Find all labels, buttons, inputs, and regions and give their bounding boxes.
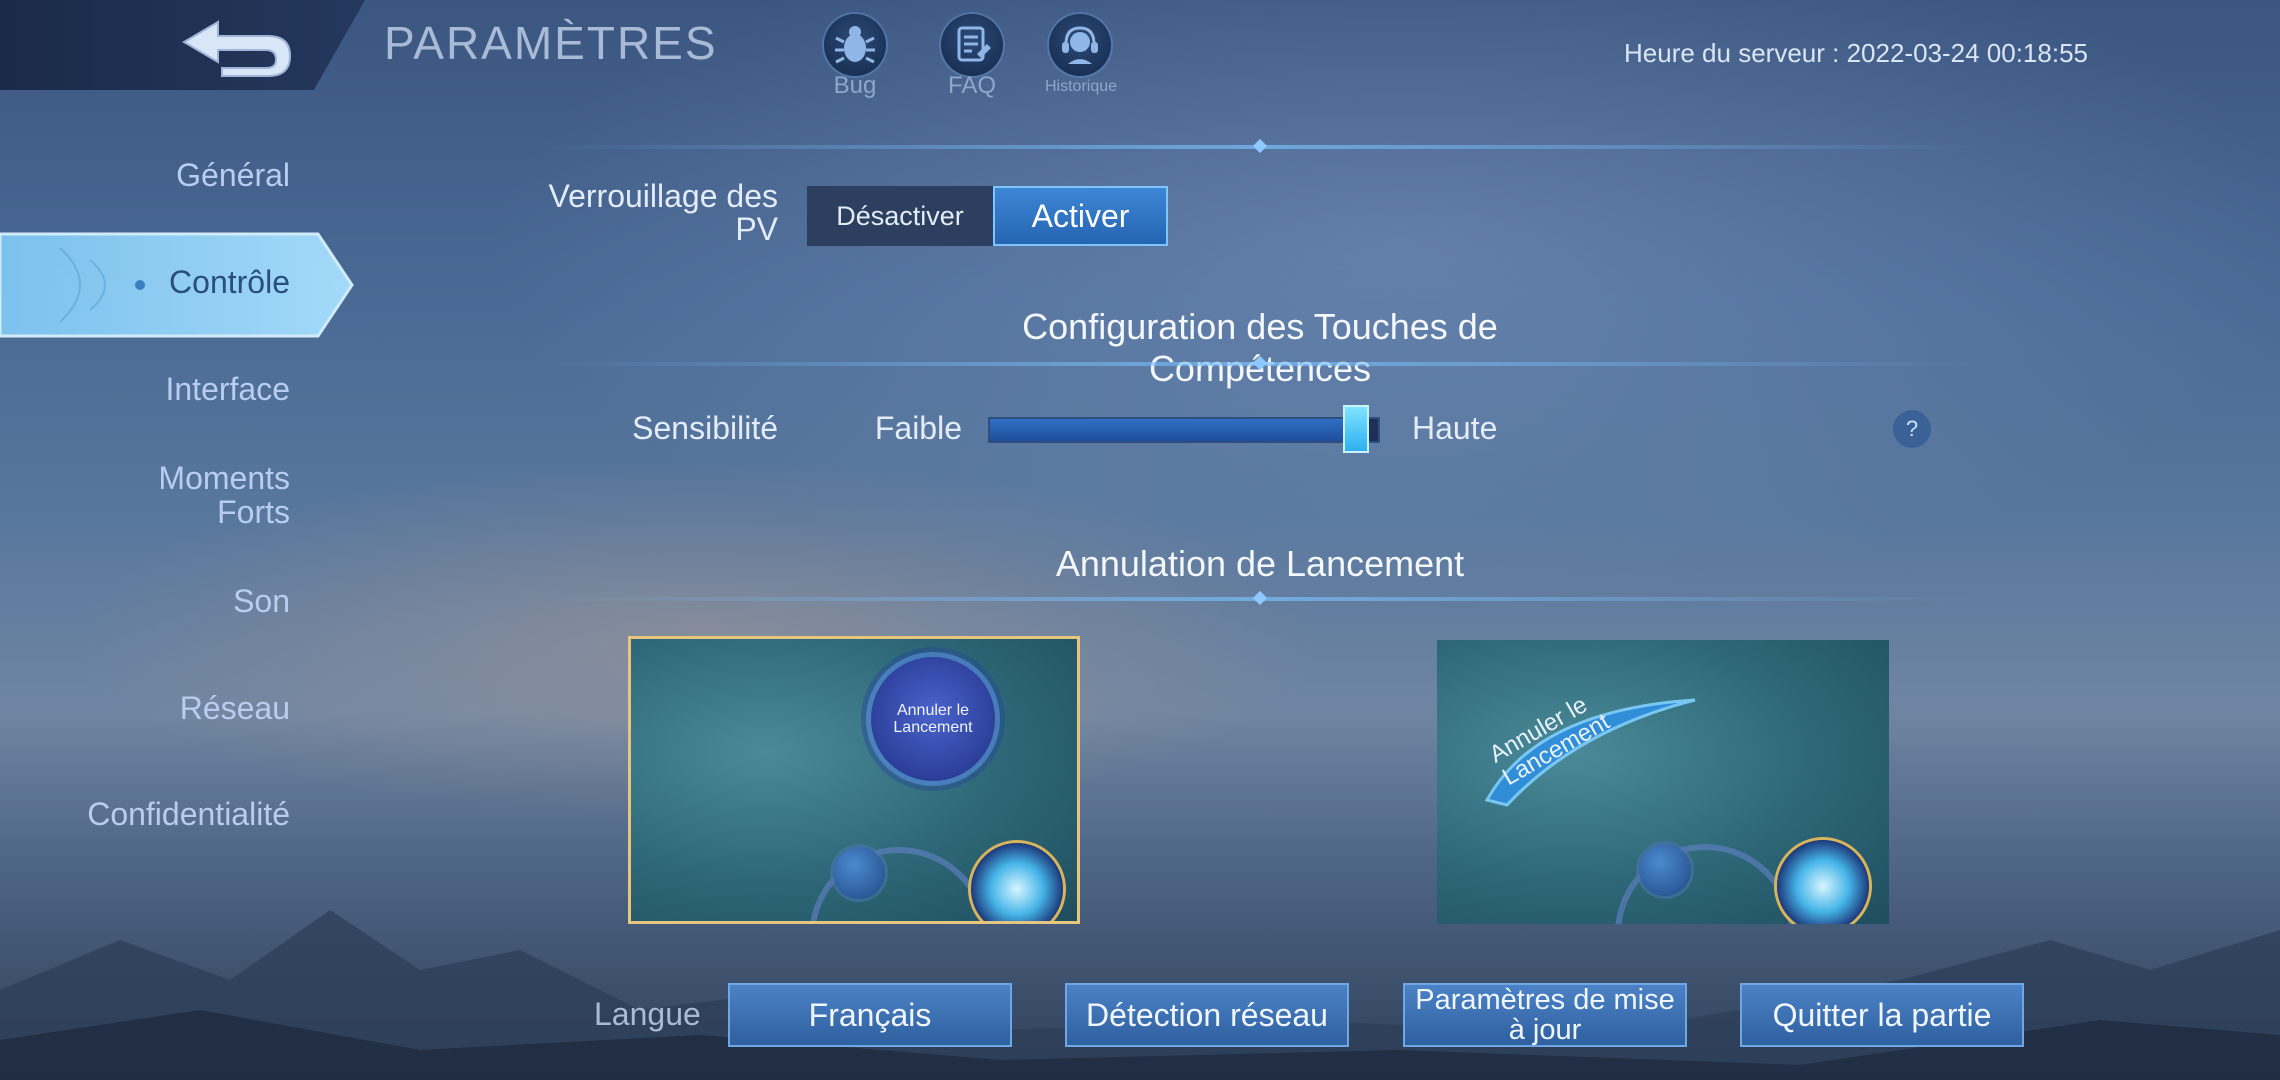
sidebar-item-sound[interactable]: Son	[233, 584, 290, 618]
history-label: Historique	[1045, 78, 1118, 95]
section-divider	[540, 355, 1980, 371]
faq-icon	[957, 26, 991, 62]
sidebar-item-privacy[interactable]: Confidentialité	[87, 797, 290, 831]
cancel-option-arc[interactable]: Annuler le Lancement	[1437, 640, 1889, 924]
language-select-button[interactable]: Français	[728, 983, 1012, 1047]
bug-icon	[835, 26, 875, 64]
language-label: Langue	[594, 996, 701, 1032]
bug-report-button[interactable]: Bug	[820, 14, 890, 104]
hp-lock-label: Verrouillage des PV	[548, 178, 778, 247]
history-button[interactable]: Historique	[1045, 14, 1118, 104]
joystick-knob	[833, 847, 885, 899]
network-detection-button[interactable]: Détection réseau	[1065, 983, 1349, 1047]
skill-icon	[1777, 840, 1869, 924]
bug-label: Bug	[833, 72, 877, 99]
history-icon-circle	[1049, 14, 1111, 76]
section-divider	[540, 590, 1980, 606]
faq-button[interactable]: FAQ	[937, 14, 1007, 104]
hp-lock-enable-option[interactable]: Activer	[993, 186, 1168, 246]
sensitivity-high-label: Haute	[1412, 410, 1498, 446]
divider-diamond	[1252, 138, 1268, 154]
sensitivity-low-label: Faible	[874, 410, 962, 446]
faq-label: FAQ	[947, 72, 996, 99]
server-time: Heure du serveur : 2022-03-24 00:18:55	[1624, 38, 2088, 68]
skill-icon	[971, 843, 1063, 921]
faq-icon-circle	[941, 14, 1003, 76]
headset-icon	[1062, 26, 1098, 64]
sidebar-item-control-label: Contrôle	[169, 264, 290, 300]
help-icon[interactable]: ?	[1893, 410, 1931, 448]
sensitivity-slider[interactable]	[988, 417, 1380, 443]
slider-fill	[990, 419, 1355, 441]
sensitivity-label: Sensibilité	[632, 410, 778, 446]
section-divider	[540, 138, 1980, 154]
cancel-circle-button-preview: Annuler le Lancement	[871, 657, 995, 781]
hp-lock-disable-option[interactable]: Désactiver	[807, 186, 993, 246]
update-settings-button[interactable]: Paramètres de mise à jour	[1403, 983, 1687, 1047]
divider-diamond	[1252, 590, 1268, 606]
sidebar-item-control[interactable]: Contrôle	[0, 230, 360, 340]
page-title: PARAMÈTRES	[384, 17, 718, 69]
quit-game-button[interactable]: Quitter la partie	[1740, 983, 2024, 1047]
cancel-cast-title: Annulation de Lancement	[1055, 543, 1465, 584]
sidebar-item-general[interactable]: Général	[176, 158, 290, 192]
bug-icon-circle	[824, 14, 886, 76]
sidebar-item-highlights[interactable]: Moments Forts	[120, 461, 290, 529]
cancel-option-circle[interactable]: Annuler le Lancement	[628, 636, 1080, 924]
slider-thumb[interactable]	[1343, 405, 1370, 453]
back-button[interactable]	[170, 10, 300, 80]
joystick-knob	[1639, 844, 1691, 896]
back-arrow-icon	[182, 20, 292, 77]
skill-config-title: Configuration des Touches de Compétences	[1022, 306, 1498, 389]
sidebar-item-interface[interactable]: Interface	[165, 372, 290, 406]
sidebar-item-network[interactable]: Réseau	[180, 691, 290, 725]
